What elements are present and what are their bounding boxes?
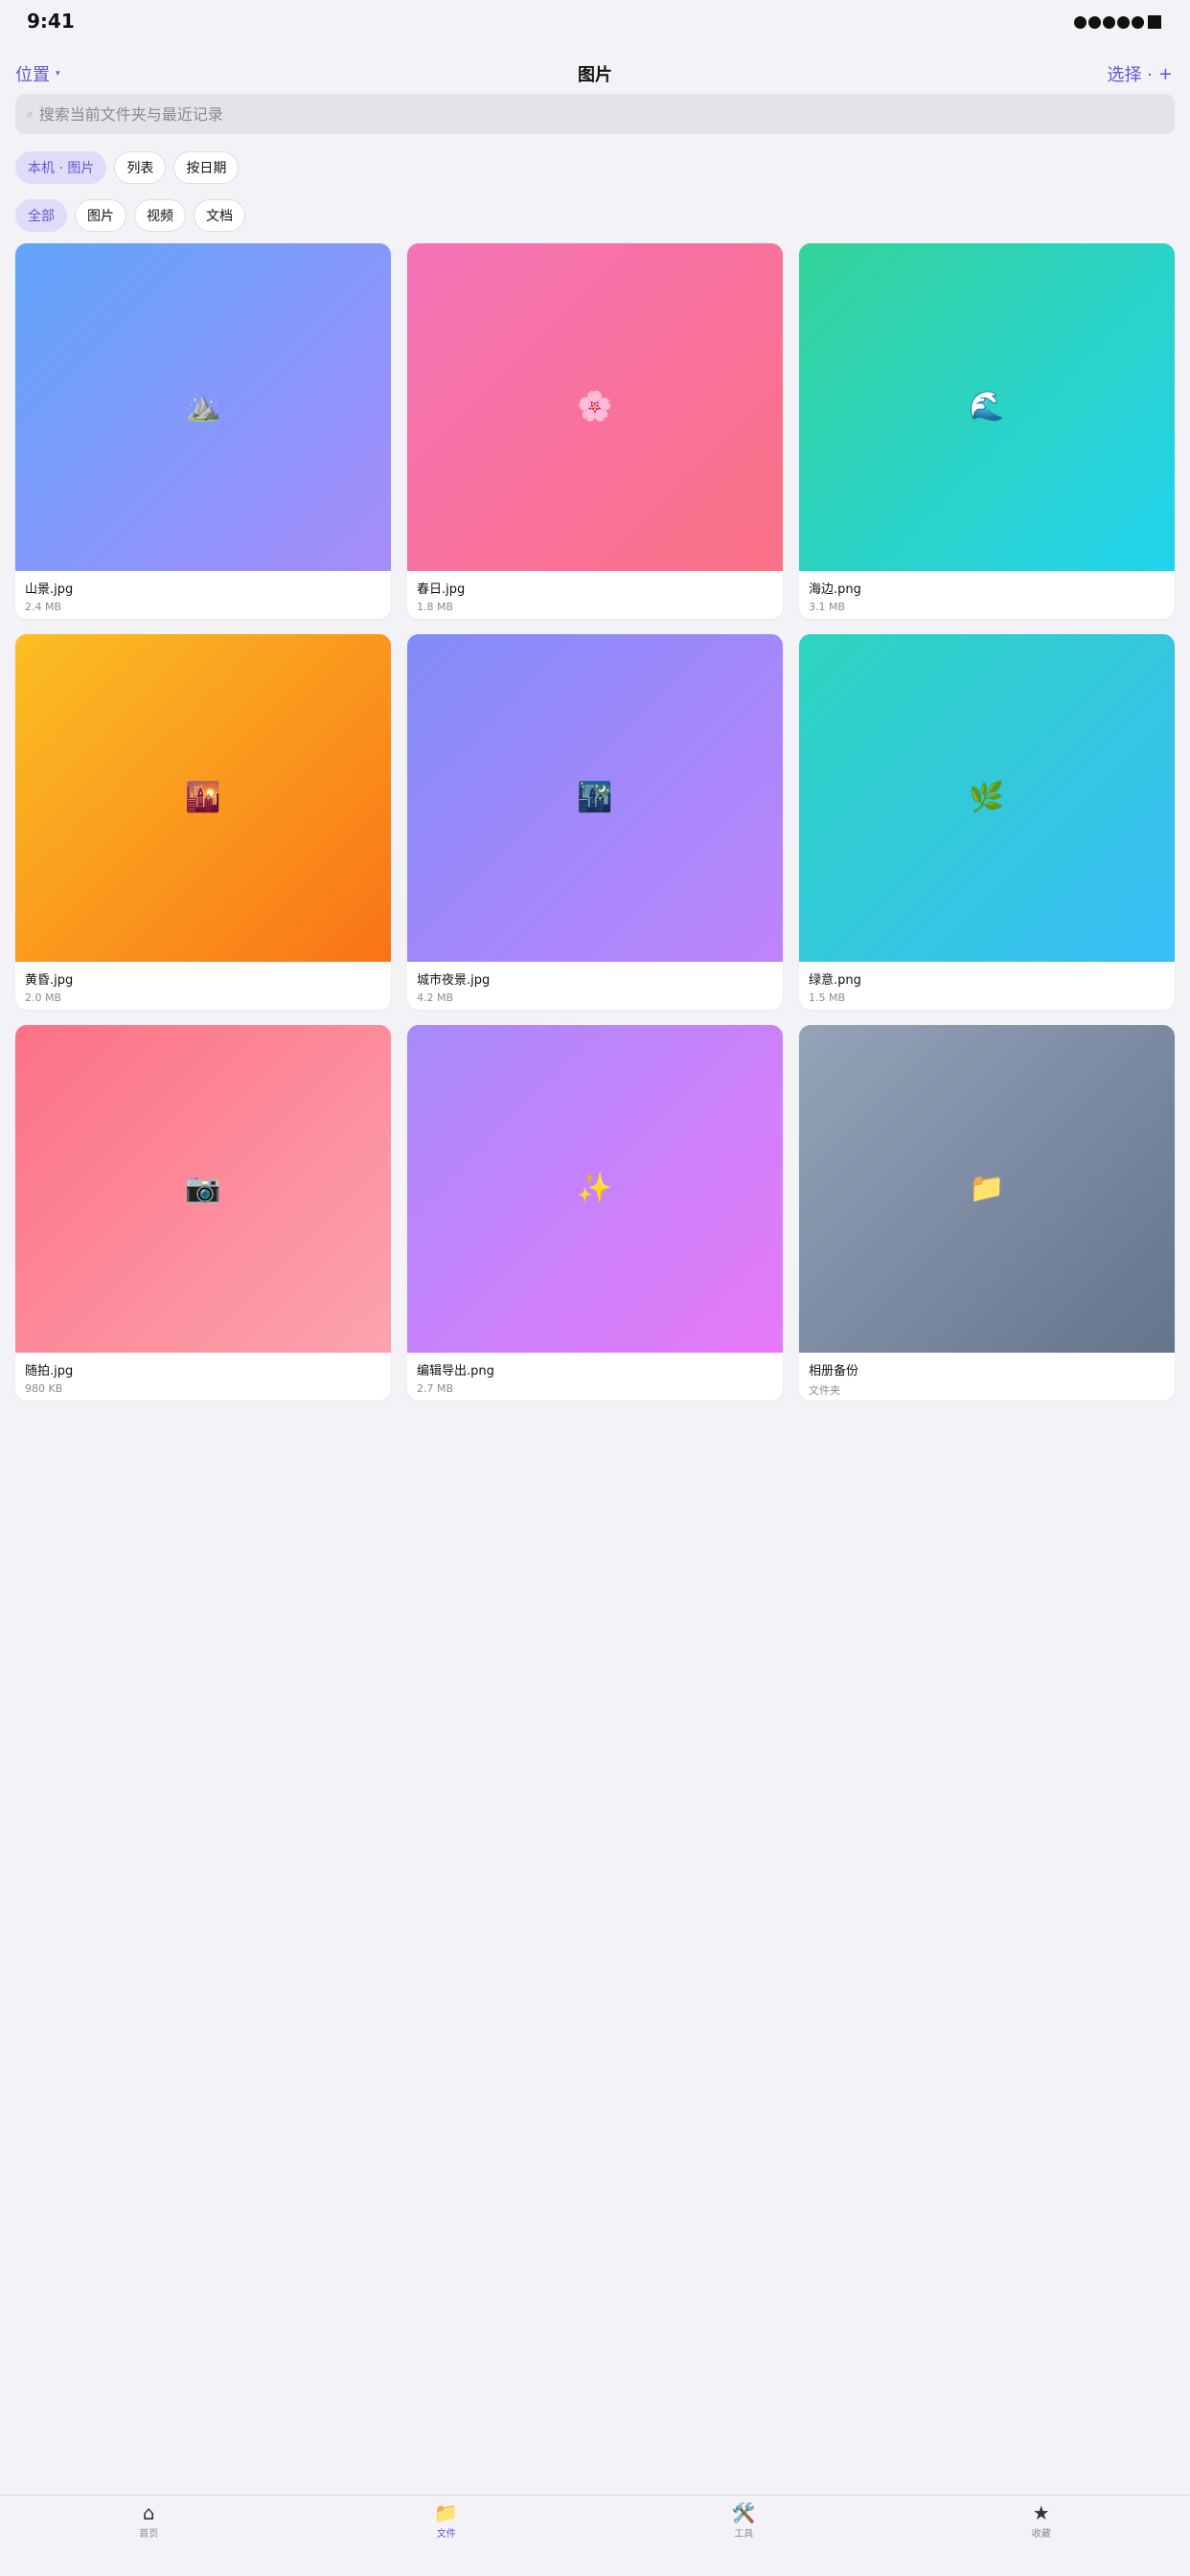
- star-icon: ★: [1033, 2501, 1050, 2524]
- scope-chip-row: 本机 · 图片列表按日期: [15, 151, 239, 184]
- file-name: 春日.jpg: [417, 579, 773, 597]
- blossom-icon: 🌸: [577, 393, 612, 422]
- tab-label: 首页: [139, 2525, 158, 2540]
- camera-icon: 📷: [185, 1174, 220, 1203]
- search-bar[interactable]: ⌕: [15, 94, 1175, 134]
- nav-bar: 位置 ▾ 图片 选择 · +: [0, 56, 1190, 90]
- folder-icon: 📁: [434, 2501, 458, 2524]
- signal-dot-icon: [1132, 16, 1144, 29]
- file-name: 城市夜景.jpg: [417, 969, 773, 988]
- file-thumbnail: ⛰️: [15, 243, 391, 571]
- herb-icon: 🌿: [969, 784, 1004, 812]
- file-meta: 3.1 MB: [809, 601, 1165, 613]
- signal-dot-icon: [1103, 16, 1115, 29]
- file-info: 城市夜景.jpg 4.2 MB: [407, 962, 783, 1010]
- select-button[interactable]: 选择 ·: [1107, 61, 1152, 86]
- file-meta: 4.2 MB: [417, 992, 773, 1004]
- file-card[interactable]: ✨ 编辑导出.png 2.7 MB: [407, 1025, 783, 1401]
- file-info: 绿意.png 1.5 MB: [799, 962, 1175, 1010]
- file-card[interactable]: 🌊 海边.png 3.1 MB: [799, 243, 1175, 619]
- file-thumbnail: 🌸: [407, 243, 783, 571]
- status-bar: 9:41: [0, 0, 1190, 50]
- file-name: 黄昏.jpg: [25, 969, 381, 988]
- file-name: 随拍.jpg: [25, 1360, 381, 1379]
- scope-chip[interactable]: 按日期: [173, 151, 239, 184]
- tab-label: 文件: [437, 2525, 456, 2540]
- mountain-icon: ⛰️: [185, 393, 220, 422]
- signal-dot-icon: [1117, 16, 1130, 29]
- file-name: 海边.png: [809, 579, 1165, 597]
- file-thumbnail: 📁: [799, 1025, 1175, 1353]
- file-thumbnail: 🌃: [407, 634, 783, 962]
- search-icon: ⌕: [27, 107, 34, 122]
- file-thumbnail: 🌊: [799, 243, 1175, 571]
- search-input[interactable]: [37, 104, 1143, 125]
- file-name: 绿意.png: [809, 969, 1165, 988]
- file-info: 山景.jpg 2.4 MB: [15, 571, 391, 619]
- file-card[interactable]: 🌿 绿意.png 1.5 MB: [799, 634, 1175, 1010]
- tools-icon: 🛠️: [732, 2501, 756, 2524]
- file-thumbnail: 🌿: [799, 634, 1175, 962]
- filter-chip[interactable]: 文档: [194, 199, 245, 232]
- filter-chip[interactable]: 全部: [15, 199, 67, 232]
- filter-chip[interactable]: 视频: [134, 199, 186, 232]
- file-meta: 980 KB: [25, 1382, 381, 1395]
- file-thumbnail: ✨: [407, 1025, 783, 1353]
- file-card[interactable]: 📷 随拍.jpg 980 KB: [15, 1025, 391, 1401]
- tab-item[interactable]: ★收藏: [893, 2496, 1190, 2576]
- page-title: 图片: [0, 61, 1190, 86]
- file-card[interactable]: 🌃 城市夜景.jpg 4.2 MB: [407, 634, 783, 1010]
- home-icon: ⌂: [143, 2501, 155, 2524]
- add-button[interactable]: +: [1158, 64, 1173, 84]
- status-icons: [1074, 15, 1161, 29]
- file-meta: 2.4 MB: [25, 601, 381, 613]
- file-name: 相册备份: [809, 1360, 1165, 1379]
- file-meta: 2.7 MB: [417, 1382, 773, 1395]
- battery-icon: [1148, 15, 1161, 29]
- file-thumbnail: 🌇: [15, 634, 391, 962]
- tab-item[interactable]: ⌂首页: [0, 2496, 298, 2576]
- file-name: 山景.jpg: [25, 579, 381, 597]
- tab-item[interactable]: 🛠️工具: [595, 2496, 893, 2576]
- wave-icon: 🌊: [969, 393, 1004, 422]
- file-card[interactable]: ⛰️ 山景.jpg 2.4 MB: [15, 243, 391, 619]
- file-info: 相册备份文件夹: [799, 1353, 1175, 1401]
- file-info: 春日.jpg 1.8 MB: [407, 571, 783, 619]
- file-meta: 1.5 MB: [809, 992, 1165, 1004]
- signal-dot-icon: [1074, 16, 1087, 29]
- sunset-icon: 🌇: [185, 784, 220, 812]
- file-info: 海边.png 3.1 MB: [799, 571, 1175, 619]
- tab-bar: ⌂首页📁文件🛠️工具★收藏: [0, 2495, 1190, 2576]
- file-grid: ⛰️ 山景.jpg 2.4 MB 🌸 春日.jpg 1.8 MB 🌊 海边.png 3.1 MB…: [15, 243, 1175, 1401]
- status-time: 9:41: [27, 10, 75, 33]
- folder-icon: 📁: [969, 1174, 1004, 1203]
- file-info: 编辑导出.png 2.7 MB: [407, 1353, 783, 1401]
- file-info: 黄昏.jpg 2.0 MB: [15, 962, 391, 1010]
- tab-item[interactable]: 📁文件: [298, 2496, 596, 2576]
- night-city-icon: 🌃: [577, 784, 612, 812]
- file-card[interactable]: 📁 相册备份文件夹: [799, 1025, 1175, 1401]
- file-meta: 2.0 MB: [25, 992, 381, 1004]
- filter-chip-row: 全部图片视频文档: [15, 199, 245, 232]
- tab-label: 工具: [734, 2525, 753, 2540]
- sparkles-icon: ✨: [577, 1174, 612, 1203]
- signal-dot-icon: [1088, 16, 1101, 29]
- nav-actions: 选择 · +: [1107, 61, 1173, 86]
- file-meta: 1.8 MB: [417, 601, 773, 613]
- tab-label: 收藏: [1032, 2525, 1051, 2540]
- file-thumbnail: 📷: [15, 1025, 391, 1353]
- file-info: 随拍.jpg 980 KB: [15, 1353, 391, 1401]
- file-card[interactable]: 🌇 黄昏.jpg 2.0 MB: [15, 634, 391, 1010]
- scope-chip[interactable]: 列表: [114, 151, 166, 184]
- file-meta: 文件夹: [809, 1382, 1165, 1398]
- filter-chip[interactable]: 图片: [75, 199, 126, 232]
- file-name: 编辑导出.png: [417, 1360, 773, 1379]
- file-card[interactable]: 🌸 春日.jpg 1.8 MB: [407, 243, 783, 619]
- scope-chip[interactable]: 本机 · 图片: [15, 151, 106, 184]
